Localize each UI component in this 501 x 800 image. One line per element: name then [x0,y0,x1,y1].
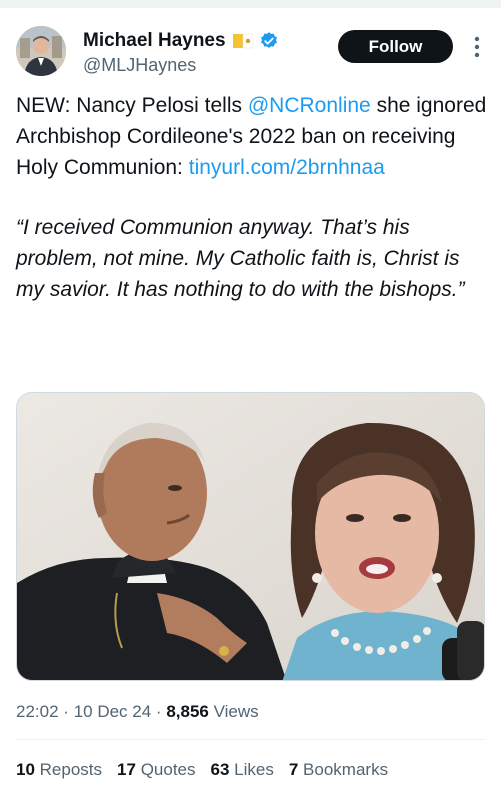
avatar-image [16,26,66,76]
tweet-photo[interactable] [16,392,485,681]
mention-link[interactable]: @NCRonline [248,94,371,117]
tweet-quote: “I received Communion anyway. That’s his… [16,216,465,301]
likes-stat[interactable]: 63 Likes [211,756,274,784]
tweet-meta: 22:02 · 10 Dec 24 · 8,856 Views [16,700,486,724]
top-border [0,0,501,8]
bookmarks-count: 7 [288,760,299,779]
avatar[interactable] [16,26,66,76]
likes-count: 63 [210,760,230,779]
vatican-flag-icon [232,33,254,49]
more-vertical-icon[interactable] [469,34,485,60]
engagement-stats: 10 Reposts 17 Quotes 63 Likes 7 Bookmark… [16,756,486,784]
tweet-time[interactable]: 22:02 [16,702,59,721]
quotes-count: 17 [117,760,136,779]
meta-separator: · [63,702,69,721]
tweet-body: NEW: Nancy Pelosi tells @NCRonline she i… [16,90,490,305]
tweet-date[interactable]: 10 Dec 24 [74,702,152,721]
divider [16,739,486,740]
display-name[interactable]: Michael Haynes [83,30,226,52]
handle[interactable]: @MLJHaynes [83,55,279,76]
verified-badge-icon [259,31,279,51]
tweet-text-part: NEW: Nancy Pelosi tells [16,94,248,117]
tweet-header: Michael Haynes @MLJHaynes Follow [16,24,486,80]
meta-separator: · [155,702,162,721]
bookmarks-label: Bookmarks [303,760,389,779]
bookmarks-stat[interactable]: 7 Bookmarks [289,756,388,784]
reposts-stat[interactable]: 10 Reposts [16,756,102,784]
url-link[interactable]: tinyurl.com/2brnhnaa [189,156,385,179]
reposts-label: Reposts [39,760,103,779]
views-count: 8,856 [166,702,209,721]
tweet-main-text: NEW: Nancy Pelosi tells @NCRonline she i… [16,90,490,183]
follow-button[interactable]: Follow [338,30,453,63]
views-label: Views [213,702,259,721]
likes-label: Likes [234,760,274,779]
pelosi-photo [282,422,484,680]
photo-image [17,393,484,680]
reposts-count: 10 [16,760,35,779]
quotes-label: Quotes [140,760,196,779]
quotes-stat[interactable]: 17 Quotes [117,756,195,784]
